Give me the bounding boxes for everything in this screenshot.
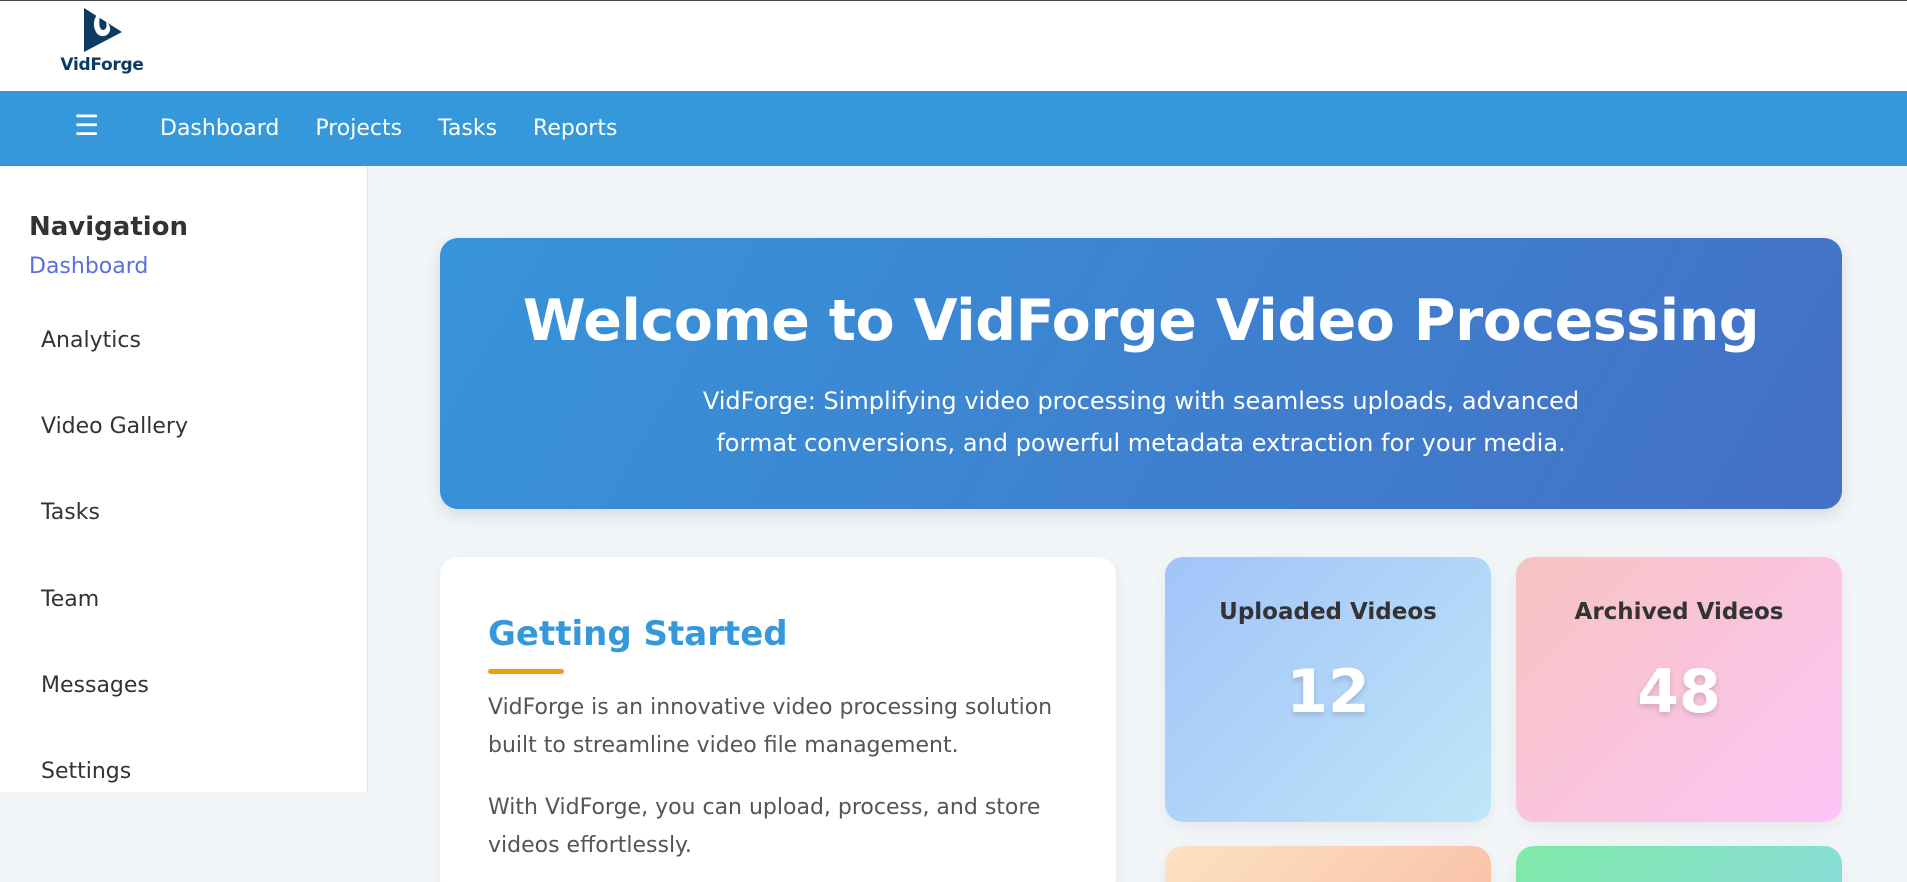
sidebar-item-dashboard[interactable]: Dashboard	[29, 254, 148, 279]
stat-value: 12	[1286, 657, 1370, 727]
sidebar-item-analytics[interactable]: Analytics	[41, 328, 141, 353]
stat-label: Uploaded Videos	[1219, 599, 1437, 625]
hero-subtitle: VidForge: Simplifying video processing w…	[702, 387, 1580, 457]
sidebar-item-team[interactable]: Team	[41, 587, 99, 612]
title-underline	[488, 669, 564, 674]
archived-videos-stat[interactable]: Archived Videos 48	[1516, 557, 1842, 822]
brand-logo[interactable]: VidForge	[60, 1, 144, 79]
sidebar-title: Navigation	[29, 212, 189, 242]
uploaded-videos-stat[interactable]: Uploaded Videos 12	[1165, 557, 1491, 822]
hero-title: Welcome to VidForge Video Processing	[522, 288, 1760, 354]
hamburger-icon[interactable]: ☰	[74, 112, 99, 140]
getting-started-paragraph-1: VidForge is an innovative video processi…	[488, 695, 1053, 758]
sidebar-item-messages[interactable]: Messages	[41, 673, 149, 698]
getting-started-title: Getting Started	[488, 614, 788, 654]
getting-started-card: Getting Started VidForge is an innovativ…	[440, 557, 1116, 882]
stat-value: 48	[1637, 657, 1721, 727]
nav-link-tasks[interactable]: Tasks	[438, 116, 497, 141]
brand-name: VidForge	[60, 55, 144, 75]
sidebar-item-video-gallery[interactable]: Video Gallery	[41, 414, 188, 439]
stat-card-partial[interactable]	[1165, 846, 1491, 882]
top-navbar: ☰ Dashboard Projects Tasks Reports	[0, 91, 1907, 166]
getting-started-paragraph-2: With VidForge, you can upload, process, …	[488, 795, 1041, 858]
stat-label: Archived Videos	[1574, 599, 1784, 625]
sidebar-item-tasks[interactable]: Tasks	[41, 500, 100, 525]
nav-links: Dashboard Projects Tasks Reports	[160, 91, 617, 166]
nav-link-dashboard[interactable]: Dashboard	[160, 116, 279, 141]
nav-link-reports[interactable]: Reports	[533, 116, 617, 141]
top-header: VidForge	[0, 0, 1907, 91]
sidebar-item-settings[interactable]: Settings	[41, 759, 131, 784]
flame-play-logo-icon	[84, 6, 122, 52]
stat-card-partial[interactable]	[1516, 846, 1842, 882]
welcome-banner: Welcome to VidForge Video Processing Vid…	[440, 238, 1842, 509]
sidebar: Navigation Dashboard Analytics Video Gal…	[0, 166, 368, 792]
nav-link-projects[interactable]: Projects	[315, 116, 402, 141]
